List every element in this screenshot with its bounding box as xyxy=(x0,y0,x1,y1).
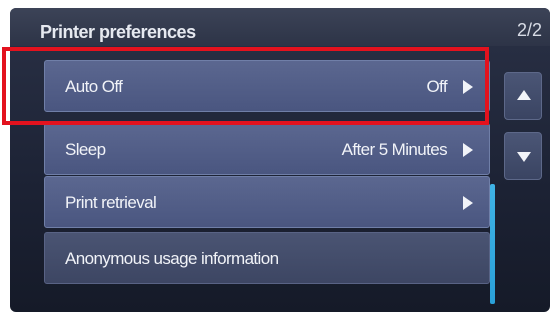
device-bezel: Printer preferences 2/2 Auto Off Off Sle… xyxy=(0,0,553,320)
title-bar: Printer preferences 2/2 xyxy=(10,8,550,46)
triangle-up-icon xyxy=(517,90,531,100)
anonymous-usage-label: Anonymous usage information xyxy=(65,249,279,268)
sleep-label: Sleep xyxy=(65,140,106,159)
page-title: Printer preferences xyxy=(40,22,196,42)
sleep-row[interactable]: Sleep After 5 Minutes xyxy=(44,123,490,175)
chevron-right-icon xyxy=(463,143,473,157)
print-retrieval-label: Print retrieval xyxy=(65,193,157,212)
chevron-right-icon xyxy=(463,80,473,94)
scroll-up-button[interactable] xyxy=(504,72,542,120)
page-indicator: 2/2 xyxy=(516,20,542,40)
chevron-right-icon xyxy=(463,196,473,210)
auto-off-value: Off xyxy=(426,77,447,96)
scrollbar-thumb[interactable] xyxy=(490,184,495,304)
auto-off-row[interactable]: Auto Off Off xyxy=(44,60,490,112)
auto-off-label: Auto Off xyxy=(65,77,123,96)
preferences-list: Auto Off Off Sleep After 5 Minutes Print… xyxy=(44,60,490,300)
scroll-down-button[interactable] xyxy=(504,132,542,180)
sleep-value: After 5 Minutes xyxy=(341,140,448,159)
printer-control-panel-screen: Printer preferences 2/2 Auto Off Off Sle… xyxy=(10,8,550,312)
triangle-down-icon xyxy=(517,152,531,162)
print-retrieval-row[interactable]: Print retrieval xyxy=(44,176,490,228)
anonymous-usage-row[interactable]: Anonymous usage information xyxy=(44,232,490,284)
scrollbar-track[interactable] xyxy=(490,184,495,304)
